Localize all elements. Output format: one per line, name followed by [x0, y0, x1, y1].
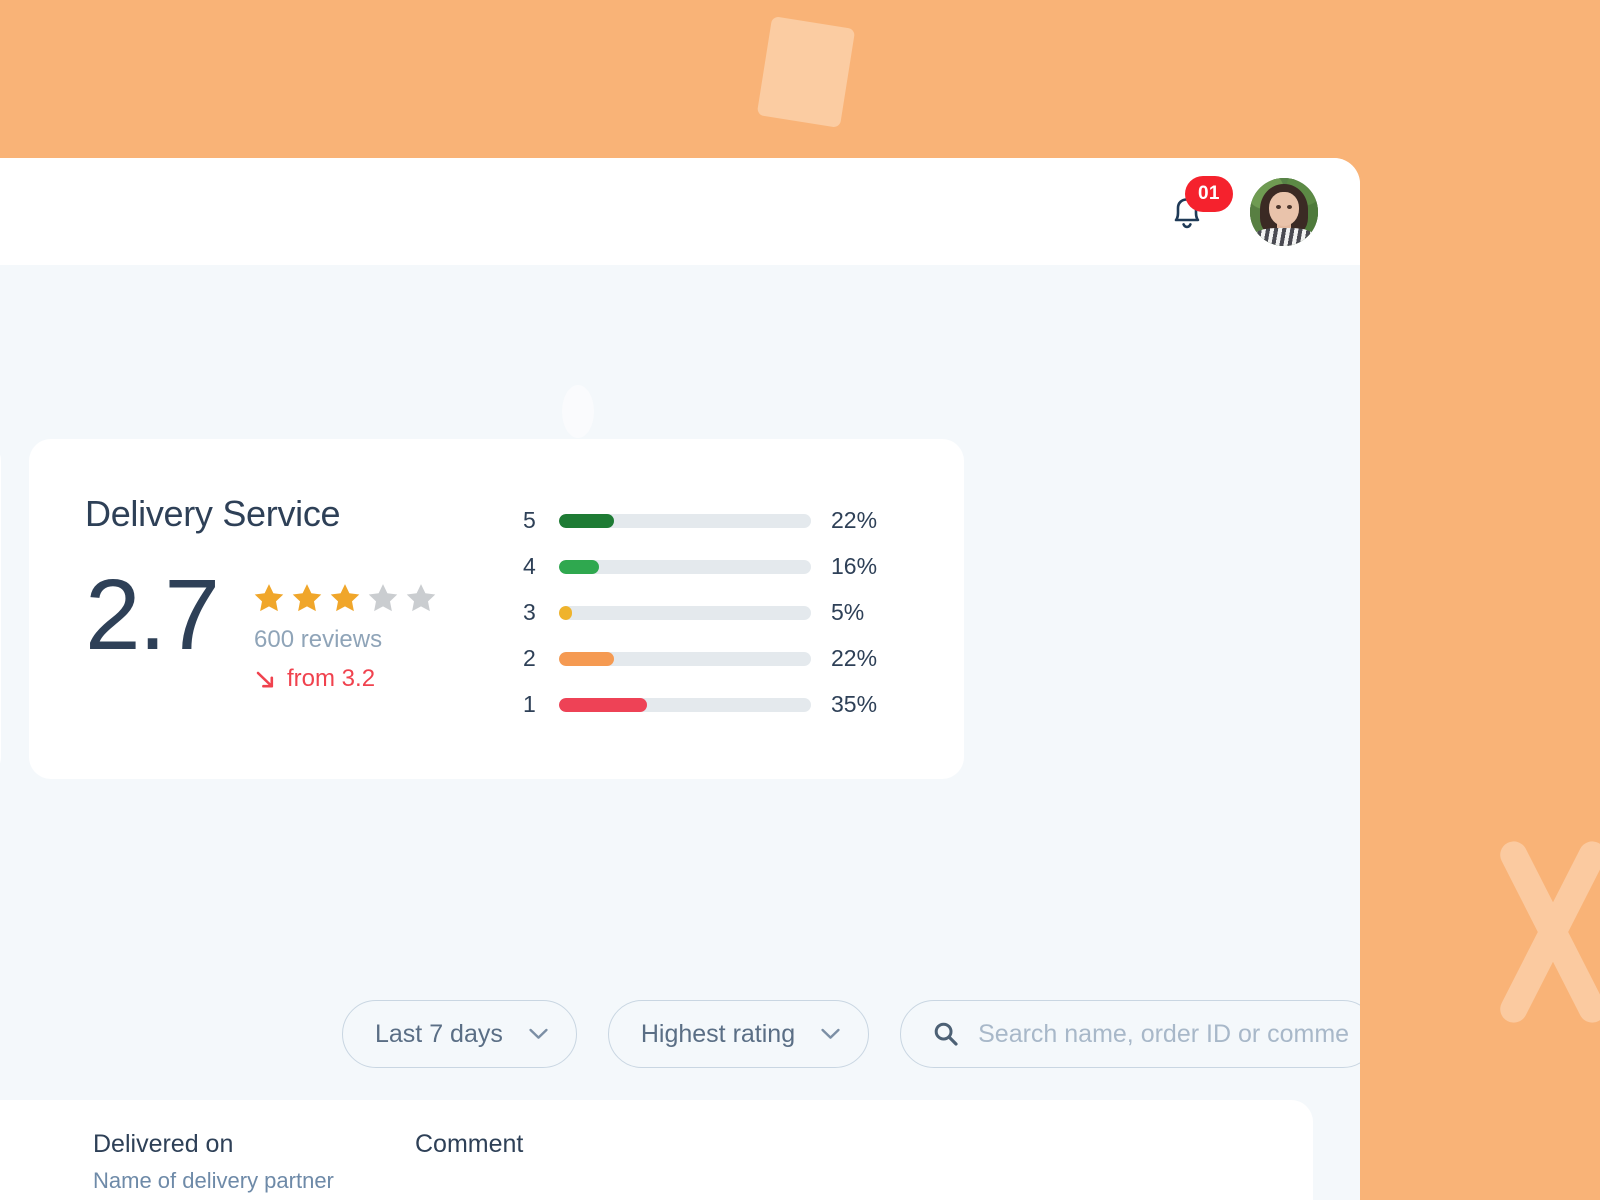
search-icon [934, 1022, 958, 1046]
column-header-rating-delivery: Rating for delivery [0, 1130, 93, 1194]
top-bar-actions: 01 [1170, 175, 1328, 246]
trend-text: from 3.2 [287, 665, 376, 692]
distribution-row: 4 16% [523, 553, 910, 580]
delivery-distribution-list: 5 22% 4 16% 3 5% 2 22% 1 35% [523, 507, 910, 718]
star-icon-filled [330, 584, 360, 612]
sort-dropdown[interactable]: Highest rating [607, 1000, 870, 1068]
distribution-star-label: 3 [523, 599, 536, 625]
distribution-row: 3 5% [523, 599, 910, 626]
distribution-fill [559, 605, 572, 620]
distribution-star-label: 1 [523, 691, 536, 717]
distribution-row: 1 35% [523, 691, 910, 718]
star-rating [254, 583, 436, 612]
deco-square-shape [756, 16, 856, 128]
distribution-track [559, 651, 811, 666]
main-content: 62% 28% 7% [0, 265, 1360, 1200]
distribution-fill [559, 697, 648, 712]
distribution-track [559, 697, 811, 712]
column-header-delivered-on: Delivered on Name of delivery partner [93, 1130, 415, 1194]
food-rating-card: 62% 28% 7% [0, 439, 1, 779]
chevron-down-icon [529, 1028, 548, 1039]
distribution-percent: 22% [831, 507, 878, 533]
delivery-service-card: Delivery Service 2.7 600 reviews from 3.… [29, 439, 964, 779]
distribution-track [559, 513, 811, 528]
reviews-count: 600 reviews [254, 626, 383, 653]
average-score: 2.7 [85, 559, 220, 671]
distribution-star-label: 5 [523, 507, 536, 533]
column-header-comment: Comment [415, 1130, 524, 1158]
star-icon-filled [254, 584, 284, 612]
distribution-star-label: 2 [523, 645, 536, 671]
distribution-star-label: 4 [523, 553, 536, 579]
star-icon-empty [406, 584, 436, 612]
star-icon-filled [292, 584, 322, 612]
deco-x-watermark [1448, 832, 1600, 1032]
distribution-track [559, 559, 811, 574]
score-block: 2.7 600 reviews from 3.2 [85, 559, 505, 693]
summary-cards-row: 62% 28% 7% [0, 439, 1313, 779]
column-header-delivery-partner: Name of delivery partner [93, 1168, 334, 1193]
distribution-percent: 5% [831, 599, 865, 625]
notification-count-badge: 01 [1185, 175, 1233, 212]
distribution-row: 5 22% [523, 507, 910, 534]
avatar[interactable] [1250, 177, 1318, 246]
table-header-row: for food Rating for delivery Delivered o… [0, 1100, 1313, 1200]
app-window: 01 Delivery Service 2.7 600 reviews from… [0, 158, 1360, 1200]
distribution-fill [559, 651, 615, 666]
star-icon-empty [368, 584, 398, 612]
reviews-table: for food Rating for delivery Delivered o… [0, 1100, 1313, 1200]
search-box[interactable] [900, 1000, 1360, 1068]
trend-indicator: from 3.2 [254, 665, 436, 693]
distribution-fill [559, 513, 615, 528]
chevron-down-icon [821, 1028, 840, 1039]
delivery-score-column: Delivery Service 2.7 600 reviews from 3.… [85, 489, 505, 693]
delivery-distribution-column: 5 22% 4 16% 3 5% 2 22% 1 35% [505, 489, 910, 718]
search-input[interactable] [978, 1019, 1349, 1049]
distribution-row: 2 22% [523, 645, 910, 672]
filters-bar: Last 7 days Highest rating [342, 1000, 1360, 1068]
score-meta: 600 reviews from 3.2 [254, 569, 436, 693]
distribution-fill [559, 559, 600, 574]
date-range-label: Last 7 days [375, 1019, 503, 1048]
distribution-track [559, 605, 811, 620]
date-range-dropdown[interactable]: Last 7 days [342, 1000, 577, 1068]
card-title: Delivery Service [85, 493, 341, 534]
distribution-percent: 35% [831, 691, 878, 717]
sort-label: Highest rating [640, 1019, 796, 1048]
distribution-percent: 16% [831, 553, 878, 579]
distribution-percent: 22% [831, 645, 878, 671]
notifications-button[interactable]: 01 [1170, 175, 1233, 232]
arrow-down-right-icon [256, 671, 274, 687]
top-bar: 01 [0, 158, 1360, 265]
